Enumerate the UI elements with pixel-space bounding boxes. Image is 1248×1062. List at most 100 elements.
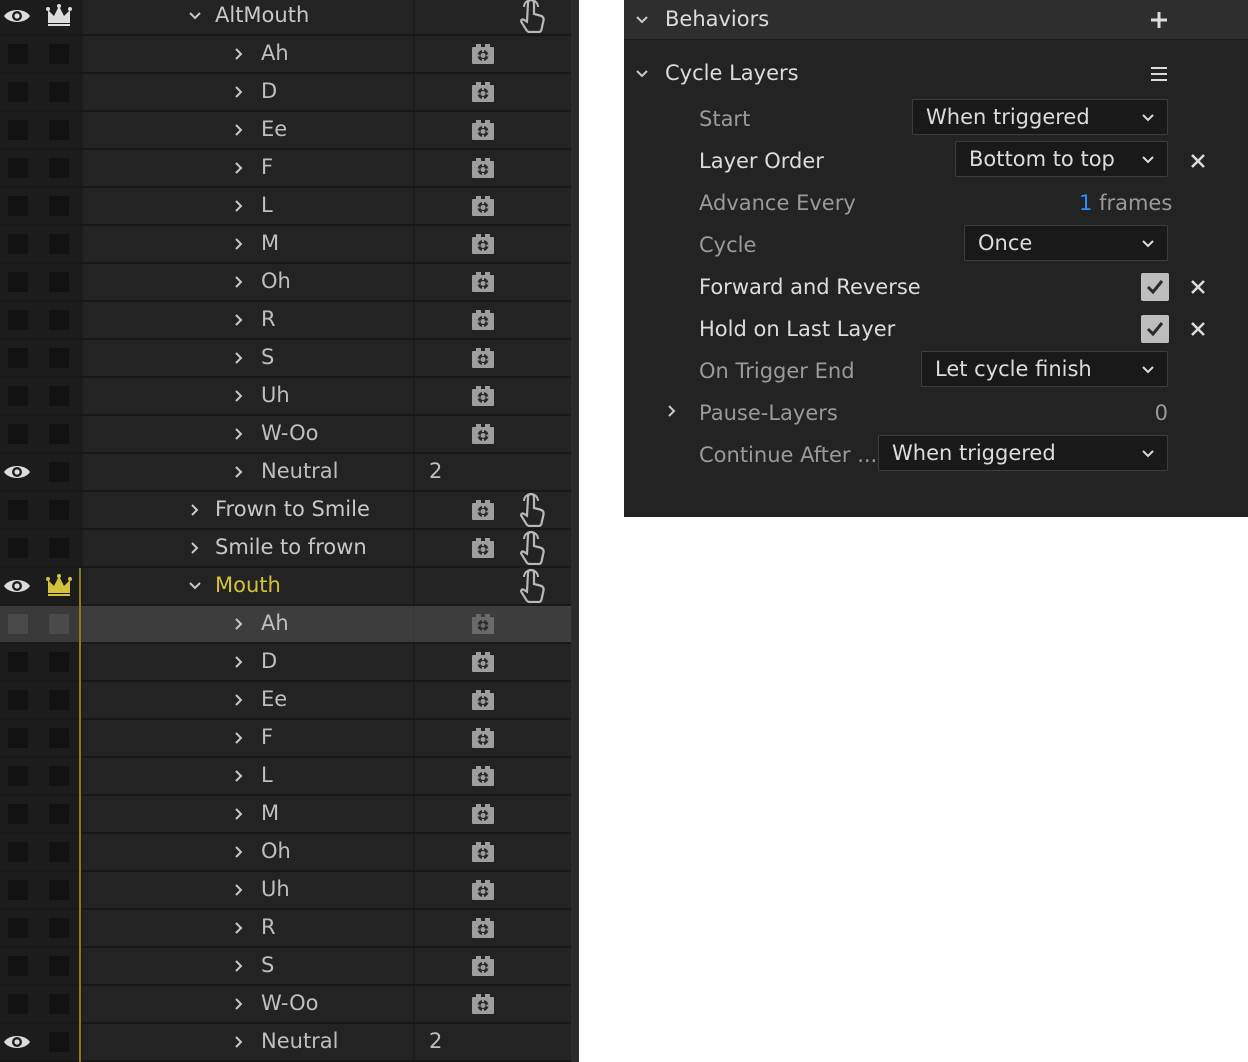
layer-row[interactable]: S <box>0 340 571 378</box>
layer-row[interactable]: R <box>0 910 571 948</box>
layer-name-cell[interactable] <box>83 872 413 908</box>
visibility-toggle[interactable] <box>8 44 28 64</box>
visibility-toggle[interactable] <box>8 234 28 254</box>
solo-toggle[interactable] <box>49 462 69 482</box>
hand-trigger-icon[interactable] <box>518 531 546 565</box>
layer-name-cell[interactable] <box>83 682 413 718</box>
visibility-cell[interactable] <box>0 682 38 718</box>
layer-name-cell[interactable] <box>83 226 413 262</box>
chevron-right-icon[interactable] <box>232 389 246 403</box>
visibility-cell[interactable] <box>0 910 38 946</box>
solo-toggle[interactable] <box>49 196 69 216</box>
layer-name-cell[interactable] <box>83 796 413 832</box>
visibility-cell[interactable] <box>0 0 38 34</box>
visibility-toggle[interactable] <box>8 310 28 330</box>
hamburger-menu-icon[interactable] <box>1150 66 1168 82</box>
solo-toggle[interactable] <box>49 310 69 330</box>
visibility-toggle[interactable] <box>8 500 28 520</box>
layers-scrollbar-track[interactable] <box>571 0 579 1062</box>
reset-close-icon[interactable] <box>1189 278 1207 296</box>
solo-toggle[interactable] <box>49 842 69 862</box>
layer-row[interactable]: AltMouth <box>0 0 571 36</box>
visibility-cell[interactable] <box>0 758 38 794</box>
layer-row[interactable]: Oh <box>0 264 571 302</box>
layer-row[interactable]: D <box>0 74 571 112</box>
chevron-right-icon[interactable] <box>232 47 246 61</box>
hold-last-layer-checkbox[interactable] <box>1141 315 1169 343</box>
layer-name-cell[interactable] <box>83 188 413 224</box>
chevron-right-icon[interactable] <box>232 237 246 251</box>
visibility-cell[interactable] <box>0 986 38 1022</box>
layer-row[interactable]: Mouth <box>0 568 571 606</box>
visibility-toggle[interactable] <box>8 956 28 976</box>
chevron-right-icon[interactable] <box>232 465 246 479</box>
layer-name-cell[interactable] <box>83 720 413 756</box>
visibility-toggle[interactable] <box>8 652 28 672</box>
solo-toggle[interactable] <box>49 994 69 1014</box>
eye-icon[interactable] <box>3 6 31 26</box>
chevron-right-icon[interactable] <box>232 655 246 669</box>
layer-row[interactable]: Uh <box>0 872 571 910</box>
solo-toggle[interactable] <box>49 690 69 710</box>
chevron-right-icon[interactable] <box>232 693 246 707</box>
chevron-right-icon[interactable] <box>232 85 246 99</box>
visibility-cell[interactable] <box>0 720 38 756</box>
layer-name-cell[interactable] <box>83 948 413 984</box>
solo-toggle[interactable] <box>49 538 69 558</box>
trigger-end-dropdown[interactable]: Let cycle finish <box>921 351 1168 387</box>
visibility-cell[interactable] <box>0 492 38 528</box>
visibility-cell[interactable] <box>0 834 38 870</box>
cycle-dropdown[interactable]: Once <box>964 225 1168 261</box>
layer-row[interactable]: Frown to Smile <box>0 492 571 530</box>
hand-trigger-icon[interactable] <box>518 0 546 33</box>
visibility-cell[interactable] <box>0 226 38 262</box>
solo-toggle[interactable] <box>49 158 69 178</box>
eye-icon[interactable] <box>3 576 31 596</box>
visibility-toggle[interactable] <box>8 880 28 900</box>
chevron-right-icon[interactable] <box>232 161 246 175</box>
eye-icon[interactable] <box>3 1032 31 1052</box>
layer-row[interactable]: Ah <box>0 606 571 644</box>
layer-row[interactable]: Ee <box>0 682 571 720</box>
visibility-cell[interactable] <box>0 606 38 642</box>
layer-name-cell[interactable] <box>83 150 413 186</box>
visibility-toggle[interactable] <box>8 82 28 102</box>
visibility-cell[interactable] <box>0 264 38 300</box>
layer-name-cell[interactable] <box>83 36 413 72</box>
visibility-cell[interactable] <box>0 340 38 376</box>
layer-name-cell[interactable] <box>83 910 413 946</box>
visibility-cell[interactable] <box>0 568 38 604</box>
layer-row[interactable]: W-Oo <box>0 416 571 454</box>
solo-toggle[interactable] <box>49 614 69 634</box>
solo-toggle[interactable] <box>49 234 69 254</box>
visibility-cell[interactable] <box>0 796 38 832</box>
visibility-toggle[interactable] <box>8 538 28 558</box>
chevron-right-icon[interactable] <box>232 617 246 631</box>
visibility-toggle[interactable] <box>8 842 28 862</box>
chevron-down-icon[interactable] <box>188 9 202 23</box>
layer-row[interactable]: Uh <box>0 378 571 416</box>
visibility-cell[interactable] <box>0 150 38 186</box>
solo-toggle[interactable] <box>49 766 69 786</box>
start-dropdown[interactable]: When triggered <box>912 99 1168 135</box>
chevron-down-icon[interactable] <box>635 13 649 27</box>
layer-row[interactable]: F <box>0 150 571 188</box>
layer-name-cell[interactable] <box>83 454 413 490</box>
layer-order-dropdown[interactable]: Bottom to top <box>955 141 1168 177</box>
chevron-right-icon[interactable] <box>232 883 246 897</box>
visibility-toggle[interactable] <box>8 690 28 710</box>
advance-every-value[interactable]: 1 <box>1079 191 1092 215</box>
hand-trigger-icon[interactable] <box>518 569 546 603</box>
visibility-toggle[interactable] <box>8 918 28 938</box>
solo-toggle[interactable] <box>49 348 69 368</box>
visibility-cell[interactable] <box>0 112 38 148</box>
layer-name-cell[interactable] <box>83 112 413 148</box>
visibility-toggle[interactable] <box>8 994 28 1014</box>
layer-row[interactable]: L <box>0 758 571 796</box>
chevron-down-icon[interactable] <box>188 579 202 593</box>
layer-row[interactable]: Neutral 2 <box>0 1024 571 1062</box>
visibility-cell[interactable] <box>0 454 38 490</box>
reset-close-icon[interactable] <box>1189 320 1207 338</box>
chevron-right-icon[interactable] <box>232 997 246 1011</box>
solo-toggle[interactable] <box>49 120 69 140</box>
